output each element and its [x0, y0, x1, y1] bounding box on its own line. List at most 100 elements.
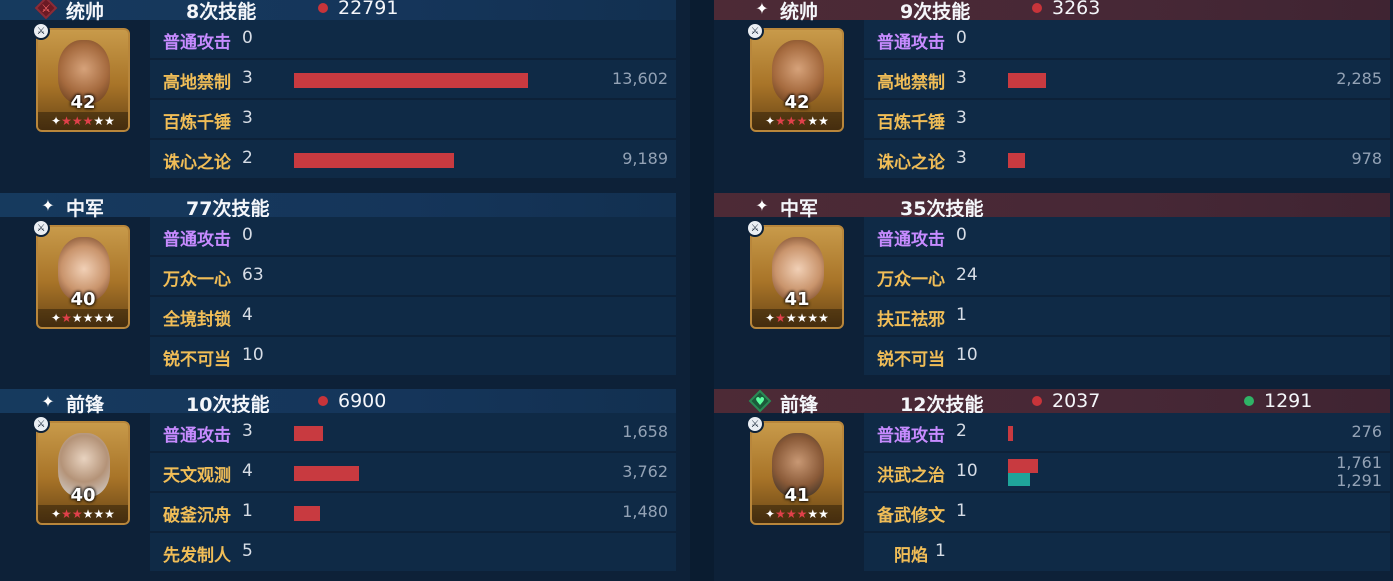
- star-icon: ★: [775, 311, 786, 325]
- hero-portrait[interactable]: 40 ✦★★★★★: [36, 421, 130, 525]
- skill-name: 高地禁制: [163, 73, 231, 93]
- star-icon: ✦: [755, 195, 769, 215]
- skill-row: 诛心之论 3 978: [864, 140, 1390, 178]
- hero-section: ✦ 中军 77次技能 40 ✦★★★★★ ⚔ 普通攻击 0 万众一心 63 全境封锁 4 锐不可当 10: [0, 193, 676, 383]
- skill-row: 全境封锁 4: [150, 297, 676, 335]
- skill-name: 万众一心: [877, 270, 945, 290]
- skill-name: 普通攻击: [877, 33, 945, 53]
- skill-row: 普通攻击 0: [150, 20, 676, 58]
- skill-damage: 1,761: [1336, 453, 1382, 472]
- star-rating: ✦★★★★★: [752, 505, 842, 523]
- skill-row: 普通攻击 0: [864, 20, 1390, 58]
- damage-dot-icon: [318, 396, 328, 406]
- hero-level: 42: [784, 92, 810, 113]
- skill-row: 万众一心 63: [150, 257, 676, 295]
- damage-dot-icon: [318, 3, 328, 13]
- heal-bar: [1008, 473, 1030, 486]
- skill-name: 破釜沉舟: [163, 506, 231, 526]
- star-icon: ★: [775, 507, 786, 521]
- hero-body: 41 ✦★★★★★ ⚔ 普通攻击 2 276 洪武之治 10 1,761 1,291 备武修文 1 阳焰…: [714, 413, 1390, 575]
- skill-use-count: 24: [956, 265, 978, 285]
- hero-level: 41: [784, 289, 810, 310]
- hero-section: ♥ 前锋 12次技能 2037 1291 41 ✦★★★★★ ⚔ 普通攻击 2 276 洪武之治 10 1…: [714, 389, 1390, 579]
- total-damage: 6900: [338, 390, 387, 412]
- hero-section: ⚔ 统帅 8次技能 22791 42 ✦★★★★★ ⚔ 普通攻击 0 高地禁制 3 13,602 百炼千…: [0, 0, 676, 186]
- star-rating: ✦★★★★★: [38, 309, 128, 327]
- damage-bar: [294, 153, 454, 168]
- star-icon: ★: [818, 507, 829, 521]
- unit-type-icon: ⚔: [746, 22, 764, 40]
- damage-bar: [1008, 426, 1013, 441]
- skill-row: 诛心之论 2 9,189: [150, 140, 676, 178]
- skill-row: 万众一心 24: [864, 257, 1390, 295]
- hero-body: 42 ✦★★★★★ ⚔ 普通攻击 0 高地禁制 3 2,285 百炼千锤 3 诛心之论 3 978: [714, 20, 1390, 182]
- skill-name: 普通攻击: [163, 33, 231, 53]
- star-icon: ★: [61, 114, 72, 128]
- hero-portrait[interactable]: 42 ✦★★★★★: [36, 28, 130, 132]
- damage-bar: [294, 73, 528, 88]
- skill-use-count: 0: [242, 225, 253, 245]
- skill-use-count: 2: [242, 148, 253, 168]
- total-damage: 3263: [1052, 0, 1101, 19]
- skill-use-count: 1: [935, 541, 946, 561]
- hero-level: 40: [70, 289, 96, 310]
- skill-damage: 276: [1351, 422, 1382, 441]
- damage-dot-icon: [1032, 3, 1042, 13]
- star-icon: ★: [785, 311, 797, 325]
- hero-header: ✦ 前锋 10次技能 6900: [0, 389, 676, 416]
- skill-use-count: 10: [956, 461, 978, 481]
- skill-use-count: 4: [242, 305, 253, 325]
- total-heal: 1291: [1264, 390, 1313, 412]
- skill-name: 天文观测: [163, 466, 231, 486]
- star-icon: ★: [61, 311, 72, 325]
- hero-section: ✦ 前锋 10次技能 6900 40 ✦★★★★★ ⚔ 普通攻击 3 1,658 天文观测 4 3,76…: [0, 389, 676, 579]
- hero-portrait[interactable]: 41 ✦★★★★★: [750, 225, 844, 329]
- star-icon: ★: [93, 507, 105, 521]
- skill-name: 先发制人: [163, 546, 231, 566]
- skill-row: 百炼千锤 3: [864, 100, 1390, 138]
- star-icon: ★: [82, 507, 94, 521]
- total-damage: 2037: [1052, 390, 1101, 412]
- skill-use-count: 0: [956, 225, 967, 245]
- star-icon: ★: [61, 507, 72, 521]
- skill-use-count: 3: [956, 148, 967, 168]
- hero-portrait[interactable]: 40 ✦★★★★★: [36, 225, 130, 329]
- skill-name: 万众一心: [163, 270, 231, 290]
- star-icon: ★: [818, 114, 829, 128]
- skill-name: 备武修文: [877, 506, 945, 526]
- hero-section: ✦ 统帅 9次技能 3263 42 ✦★★★★★ ⚔ 普通攻击 0 高地禁制 3 2,285 百炼千锤 3…: [714, 0, 1390, 186]
- star-icon: ★: [82, 311, 94, 325]
- skill-row: 阳焰 1: [864, 533, 1390, 571]
- rank-sparkle-icon: ✦: [51, 507, 62, 521]
- skill-use-count: 0: [956, 28, 967, 48]
- skill-name: 扶正祛邪: [877, 310, 945, 330]
- hero-portrait[interactable]: 42 ✦★★★★★: [750, 28, 844, 132]
- damage-bar: [294, 426, 323, 441]
- star-icon: ★: [93, 114, 105, 128]
- skill-row: 普通攻击 0: [864, 217, 1390, 255]
- rank-sparkle-icon: ✦: [51, 114, 62, 128]
- star-icon: ★: [104, 311, 115, 325]
- skill-use-count: 4: [242, 461, 253, 481]
- star-icon: ★: [807, 507, 819, 521]
- damage-bar: [294, 466, 359, 481]
- hero-header: ✦ 中军 77次技能: [0, 193, 676, 220]
- star-icon: ★: [82, 114, 94, 128]
- hero-portrait[interactable]: 41 ✦★★★★★: [750, 421, 844, 525]
- skill-use-count: 10: [242, 345, 264, 365]
- skill-use-count: 3: [956, 108, 967, 128]
- skill-damage: 1,658: [622, 422, 668, 441]
- skill-use-count: 3: [242, 108, 253, 128]
- hero-header: ♥ 前锋 12次技能 2037 1291: [714, 389, 1390, 416]
- hero-body: 41 ✦★★★★★ ⚔ 普通攻击 0 万众一心 24 扶正祛邪 1 锐不可当 10: [714, 217, 1390, 379]
- skill-name: 高地禁制: [877, 73, 945, 93]
- heart-diamond-icon: ♥: [748, 389, 772, 413]
- star-icon: ✦: [41, 391, 55, 411]
- skill-row: 先发制人 5: [150, 533, 676, 571]
- panel-divider: [690, 0, 714, 581]
- skill-row: 锐不可当 10: [150, 337, 676, 375]
- star-icon: ★: [71, 507, 83, 521]
- skill-use-count: 1: [956, 305, 967, 325]
- star-rating: ✦★★★★★: [38, 505, 128, 523]
- skill-name: 阳焰: [894, 546, 928, 566]
